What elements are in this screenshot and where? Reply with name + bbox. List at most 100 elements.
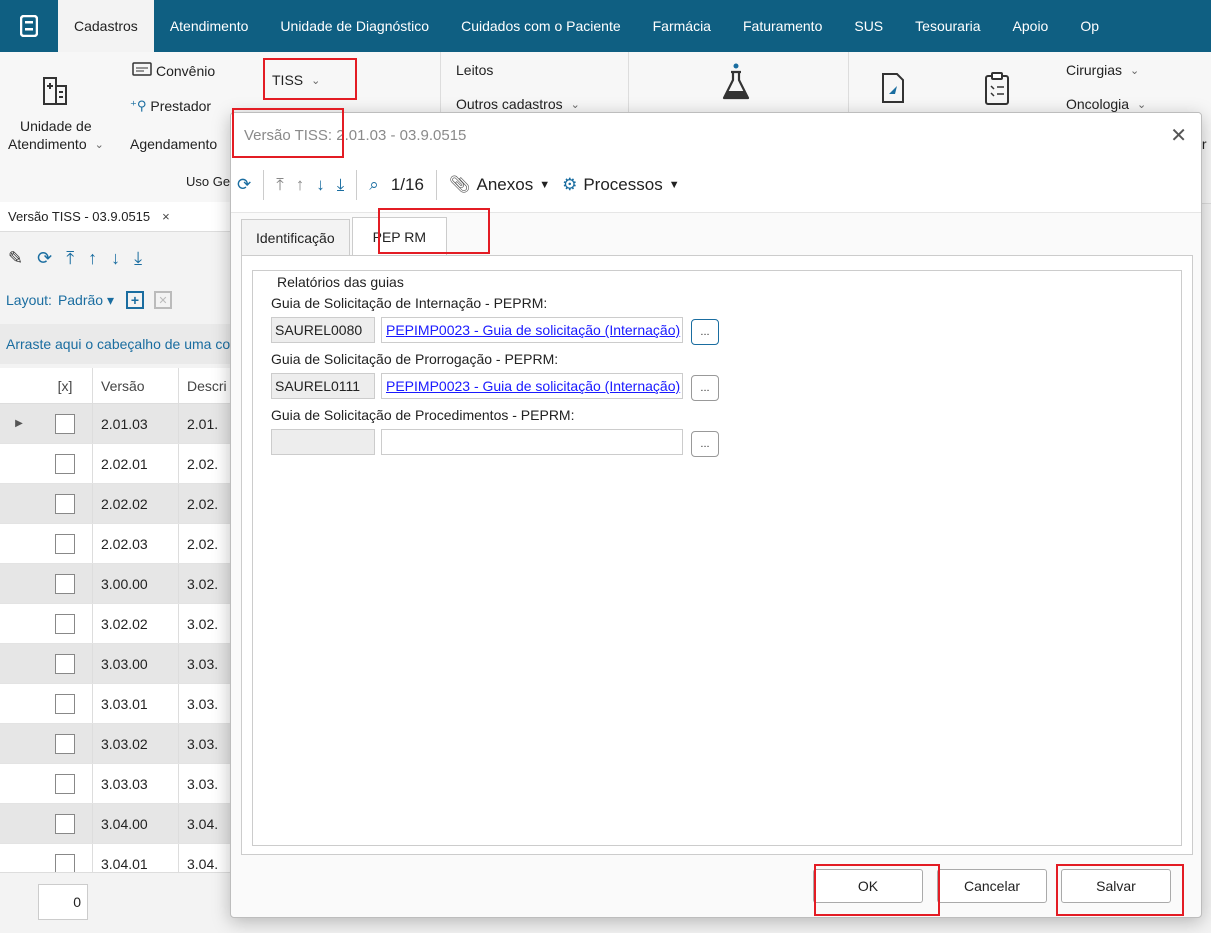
prorrogacao-code-field[interactable]: SAUREL0111 — [271, 373, 375, 399]
edit-icon[interactable]: ✎ — [8, 248, 23, 269]
table-row[interactable]: 3.00.00 3.02. — [0, 564, 232, 604]
cancel-button[interactable]: Cancelar — [937, 869, 1047, 903]
leitos-button[interactable]: Leitos — [456, 62, 493, 78]
menu-cuidados-paciente[interactable]: Cuidados com o Paciente — [445, 0, 637, 52]
row-select-cell[interactable] — [38, 453, 92, 474]
row-select-cell[interactable] — [38, 493, 92, 514]
anexos-dropdown[interactable]: 📎︎ Anexos ▼ — [449, 175, 550, 195]
row-select-cell[interactable] — [38, 853, 92, 872]
row-checkbox[interactable] — [55, 493, 75, 514]
row-select-cell[interactable] — [38, 573, 92, 594]
group-by-hint: Arraste aqui o cabeçalho de uma coluna — [0, 324, 232, 364]
search-icon[interactable]: ⌕ — [369, 175, 379, 195]
cirurgias-dropdown[interactable]: Cirurgias ⌄ — [1066, 62, 1139, 78]
table-row[interactable]: 2.02.01 2.02. — [0, 444, 232, 484]
row-checkbox[interactable] — [55, 693, 75, 714]
row-checkbox[interactable] — [55, 533, 75, 554]
previous-record-icon[interactable]: ↑ — [296, 175, 305, 195]
row-checkbox[interactable] — [55, 813, 75, 834]
row-select-cell[interactable] — [38, 773, 92, 794]
prorrogacao-report-link[interactable]: PEPIMP0023 - Guia de solicitação (Intern… — [381, 373, 683, 399]
row-checkbox[interactable] — [55, 653, 75, 674]
row-checkbox[interactable] — [55, 773, 75, 794]
close-tab-icon[interactable]: × — [162, 209, 170, 224]
procedimentos-code-field[interactable] — [271, 429, 375, 455]
save-button[interactable]: Salvar — [1061, 869, 1171, 903]
menu-unidade-diagnostico[interactable]: Unidade de Diagnóstico — [264, 0, 445, 52]
next-record-icon[interactable]: ↓ — [316, 175, 325, 195]
table-row[interactable]: 3.04.01 3.04. — [0, 844, 232, 872]
table-row[interactable]: 3.03.02 3.03. — [0, 724, 232, 764]
ok-button[interactable]: OK — [813, 869, 923, 903]
menu-farmacia[interactable]: Farmácia — [637, 0, 727, 52]
row-checkbox[interactable] — [55, 453, 75, 474]
outros-cadastros-dropdown[interactable]: Outros cadastros ⌄ — [456, 96, 580, 112]
row-select-cell[interactable] — [38, 733, 92, 754]
row-checkbox[interactable] — [55, 613, 75, 634]
refresh-icon[interactable]: ⟳ — [237, 175, 251, 195]
row-checkbox[interactable] — [55, 853, 75, 872]
row-checkbox[interactable] — [55, 733, 75, 754]
col-versao-header[interactable]: Versão — [92, 368, 178, 403]
close-icon[interactable]: ✕ — [1170, 123, 1187, 148]
first-record-icon[interactable]: ⤒ — [276, 175, 284, 195]
table-row[interactable]: 2.02.03 2.02. — [0, 524, 232, 564]
previous-record-icon[interactable]: ↑ — [88, 248, 97, 269]
procedimentos-report-field[interactable] — [381, 429, 683, 455]
agendamento-button[interactable]: Agendamento — [130, 136, 217, 152]
document-tab[interactable]: Versão TISS - 03.9.0515 × — [0, 202, 232, 232]
menu-cadastros[interactable]: Cadastros — [58, 0, 154, 52]
table-row[interactable]: 3.03.00 3.03. — [0, 644, 232, 684]
row-checkbox[interactable] — [55, 413, 75, 434]
procedimentos-lookup-button[interactable]: ... — [691, 431, 719, 457]
prorrogacao-report-text[interactable]: PEPIMP0023 - Guia de solicitação (Intern… — [386, 378, 680, 394]
row-select-cell[interactable] — [38, 653, 92, 674]
app-logo-icon[interactable] — [0, 0, 58, 52]
prorrogacao-lookup-button[interactable]: ... — [691, 375, 719, 401]
menu-op[interactable]: Op — [1064, 0, 1099, 52]
internacao-report-link[interactable]: PEPIMP0023 - Guia de solicitação (Intern… — [381, 317, 683, 343]
last-record-icon[interactable]: ⤓ — [134, 248, 142, 269]
table-row[interactable]: ▶ 2.01.03 2.01. — [0, 404, 232, 444]
table-row[interactable]: 3.04.00 3.04. — [0, 804, 232, 844]
internacao-lookup-button[interactable]: ... — [691, 319, 719, 345]
table-row[interactable]: 3.03.03 3.03. — [0, 764, 232, 804]
tab-identificacao[interactable]: Identificação — [241, 219, 350, 255]
row-select-cell[interactable] — [38, 813, 92, 834]
internacao-report-text[interactable]: PEPIMP0023 - Guia de solicitação (Intern… — [386, 322, 680, 338]
row-select-cell[interactable] — [38, 413, 92, 434]
col-descricao-header[interactable]: Descri — [178, 368, 232, 403]
col-select-header[interactable]: [x] — [38, 378, 92, 394]
menu-apoio[interactable]: Apoio — [997, 0, 1065, 52]
row-select-cell[interactable] — [38, 533, 92, 554]
convenio-button[interactable]: Convênio — [132, 62, 215, 79]
menu-faturamento[interactable]: Faturamento — [727, 0, 838, 52]
refresh-icon[interactable]: ⟳ — [37, 248, 52, 269]
unidade-label-1[interactable]: Unidade de — [20, 118, 92, 134]
table-row[interactable]: 3.03.01 3.03. — [0, 684, 232, 724]
last-record-icon[interactable]: ⤓ — [337, 175, 345, 195]
document-icon[interactable] — [880, 72, 906, 104]
clipboard-checklist-icon[interactable] — [984, 72, 1010, 106]
menu-atendimento[interactable]: Atendimento — [154, 0, 265, 52]
unidade-atendimento-button[interactable]: Atendimento ⌄ — [8, 136, 104, 152]
flask-icon[interactable] — [720, 62, 752, 102]
first-record-icon[interactable]: ⤒ — [66, 248, 74, 269]
oncologia-dropdown[interactable]: Oncologia ⌄ — [1066, 96, 1146, 112]
menu-tesouraria[interactable]: Tesouraria — [899, 0, 996, 52]
tab-pep-rm[interactable]: PEP RM — [351, 217, 448, 255]
row-checkbox[interactable] — [55, 573, 75, 594]
table-row[interactable]: 2.02.02 2.02. — [0, 484, 232, 524]
tiss-dropdown[interactable]: TISS ⌄ — [272, 72, 320, 88]
next-record-icon[interactable]: ↓ — [111, 248, 120, 269]
internacao-code-field[interactable]: SAUREL0080 — [271, 317, 375, 343]
table-row[interactable]: 3.02.02 3.02. — [0, 604, 232, 644]
add-layout-icon[interactable]: + — [126, 291, 145, 309]
row-select-cell[interactable] — [38, 693, 92, 714]
processos-dropdown[interactable]: ⚙ Processos ▼ — [562, 175, 680, 195]
delete-layout-icon[interactable]: ✕ — [154, 291, 173, 309]
menu-sus[interactable]: SUS — [838, 0, 899, 52]
row-select-cell[interactable] — [38, 613, 92, 634]
prestador-button[interactable]: ⁺⚲ Prestador — [130, 98, 211, 114]
layout-dropdown[interactable]: Padrão ▾ — [58, 292, 114, 309]
